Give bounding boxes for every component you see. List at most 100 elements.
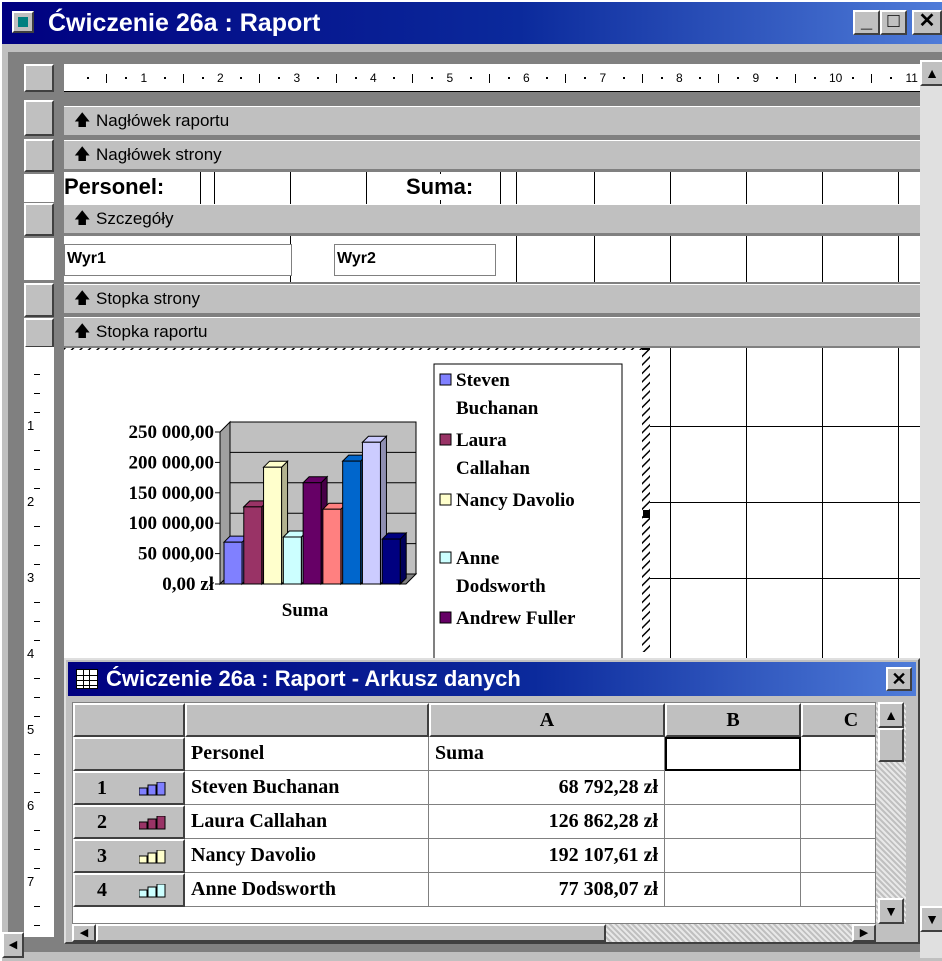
- ruler-mark: [316, 77, 319, 79]
- datasheet-titlebar[interactable]: Ćwiczenie 26a : Raport - Arkusz danych ✕: [68, 662, 916, 696]
- ruler-mark: [34, 925, 40, 926]
- cell-personel[interactable]: Steven Buchanan: [185, 771, 429, 805]
- label-suma[interactable]: Suma:: [406, 174, 474, 200]
- minimize-button[interactable]: _: [853, 10, 880, 35]
- ruler-tick-label: 1: [27, 418, 35, 433]
- chart-object[interactable]: 250 000,00 200 000,00 150 000,00 100 000,00…: [64, 348, 650, 668]
- chart-bar[interactable]: [282, 536, 302, 585]
- row-header[interactable]: 4: [73, 873, 185, 907]
- column-header-a[interactable]: A: [429, 703, 665, 737]
- maximize-button[interactable]: □: [880, 10, 907, 35]
- chart-bar[interactable]: [342, 460, 362, 585]
- column-header-b[interactable]: B: [665, 703, 801, 737]
- scroll-down-button[interactable]: ▼: [920, 906, 942, 932]
- table-cell[interactable]: [801, 805, 875, 839]
- sizing-handle[interactable]: [642, 348, 650, 350]
- row-header-labels[interactable]: [73, 737, 185, 771]
- sizing-handle[interactable]: [643, 510, 650, 518]
- ruler-mark: [34, 830, 40, 831]
- table-cell[interactable]: [801, 839, 875, 873]
- horizontal-ruler[interactable]: 1 2 3 4 5 6 7 8 9 10 11: [64, 64, 920, 92]
- scroll-thumb[interactable]: [878, 728, 904, 762]
- main-vertical-scrollbar[interactable]: ▲ ▼: [920, 60, 942, 958]
- datasheet-close-button[interactable]: ✕: [886, 667, 912, 691]
- ruler-tick-label: 4: [370, 71, 377, 85]
- section-selector-report-header[interactable]: [24, 100, 54, 136]
- ruler-mark: [469, 77, 472, 79]
- label-personel[interactable]: Personel:: [64, 174, 165, 200]
- table-cell[interactable]: [801, 737, 875, 771]
- chart-bar[interactable]: [381, 538, 401, 585]
- table-cell[interactable]: [665, 839, 801, 873]
- report-selector[interactable]: [24, 64, 54, 92]
- scroll-up-button[interactable]: ▲: [920, 60, 942, 86]
- column-header-label[interactable]: [185, 703, 429, 737]
- chart-bar[interactable]: [243, 506, 263, 585]
- datasheet-window[interactable]: Ćwiczenie 26a : Raport - Arkusz danych ✕…: [64, 658, 920, 944]
- datasheet-horizontal-scrollbar[interactable]: ◀ ▶: [72, 924, 876, 942]
- legend-label: Callahan: [456, 458, 530, 479]
- legend-swatch: [439, 373, 452, 386]
- chart-bar-side[interactable]: [399, 531, 407, 586]
- cell-suma[interactable]: 126 862,28 zł: [429, 805, 665, 839]
- datasheet-grid[interactable]: A B C Personel Suma 1 Steven Buchanan 68 7…: [72, 702, 876, 924]
- textbox-wyr1[interactable]: Wyr1: [64, 244, 292, 276]
- chart-y-tick-label: 0,00 zł: [162, 574, 214, 595]
- ruler-mark: [34, 697, 40, 698]
- main-scroll-left-button[interactable]: ◀: [2, 932, 24, 958]
- cell-suma[interactable]: 192 107,61 zł: [429, 839, 665, 873]
- table-cell[interactable]: [801, 771, 875, 805]
- close-button[interactable]: ✕: [912, 10, 942, 35]
- table-cell[interactable]: [665, 771, 801, 805]
- table-cell[interactable]: [801, 873, 875, 907]
- row-header[interactable]: 3: [73, 839, 185, 873]
- size-grip[interactable]: [876, 924, 906, 942]
- ruler-mark: [34, 773, 40, 774]
- chart-bar[interactable]: [223, 541, 243, 585]
- chart-bar[interactable]: [361, 441, 381, 585]
- active-cell[interactable]: [665, 737, 801, 771]
- chart-bar[interactable]: [302, 482, 322, 585]
- scroll-right-button[interactable]: ▶: [852, 924, 876, 942]
- section-selector-report-footer[interactable]: [24, 318, 54, 348]
- cell-personel-header[interactable]: Personel: [185, 737, 429, 771]
- band-report-header[interactable]: 🡅 Nagłówek raportu: [64, 106, 920, 136]
- scroll-left-button[interactable]: ◀: [72, 924, 96, 942]
- cell-personel[interactable]: Nancy Davolio: [185, 839, 429, 873]
- cell-suma[interactable]: 77 308,07 zł: [429, 873, 665, 907]
- section-selector-page-footer[interactable]: [24, 283, 54, 317]
- window-titlebar[interactable]: Ćwiczenie 26a : Raport _ □ ✕: [2, 2, 942, 44]
- row-number: 4: [97, 879, 107, 901]
- scroll-up-button[interactable]: ▲: [878, 702, 904, 728]
- cell-suma-header[interactable]: Suma: [429, 737, 665, 771]
- table-cell[interactable]: [665, 805, 801, 839]
- ruler-mark: [354, 77, 357, 79]
- chart-bar[interactable]: [263, 466, 283, 585]
- cell-personel[interactable]: Laura Callahan: [185, 805, 429, 839]
- scroll-thumb[interactable]: [96, 924, 606, 942]
- cell-personel[interactable]: Anne Dodsworth: [185, 873, 429, 907]
- band-page-header[interactable]: 🡅 Nagłówek strony: [64, 140, 920, 170]
- textbox-wyr2[interactable]: Wyr2: [334, 244, 496, 276]
- table-cell[interactable]: [665, 873, 801, 907]
- bar-icon-bar: [139, 855, 148, 864]
- section-selector-detail[interactable]: [24, 203, 54, 236]
- row-header[interactable]: 2: [73, 805, 185, 839]
- band-detail[interactable]: 🡅 Szczegóły: [64, 204, 920, 234]
- section-selector-page-header[interactable]: [24, 139, 54, 172]
- ruler-mark: [182, 74, 184, 83]
- band-report-footer[interactable]: 🡅 Stopka raportu: [64, 317, 920, 347]
- chart-bar[interactable]: [322, 508, 342, 585]
- ruler-mark: [34, 564, 40, 565]
- bar-icon-bar: [156, 850, 166, 864]
- datasheet-vertical-scrollbar[interactable]: ▲ ▼: [876, 702, 906, 924]
- select-all-button[interactable]: [73, 703, 185, 737]
- row-header[interactable]: 1: [73, 771, 185, 805]
- ruler-tick-label: 9: [752, 71, 760, 85]
- cell-suma[interactable]: 68 792,28 zł: [429, 771, 665, 805]
- band-page-footer[interactable]: 🡅 Stopka strony: [64, 284, 920, 314]
- scroll-down-button[interactable]: ▼: [878, 898, 904, 924]
- report-app-icon[interactable]: [12, 11, 34, 33]
- ruler-mark: [737, 77, 740, 79]
- column-header-c[interactable]: C: [801, 703, 875, 737]
